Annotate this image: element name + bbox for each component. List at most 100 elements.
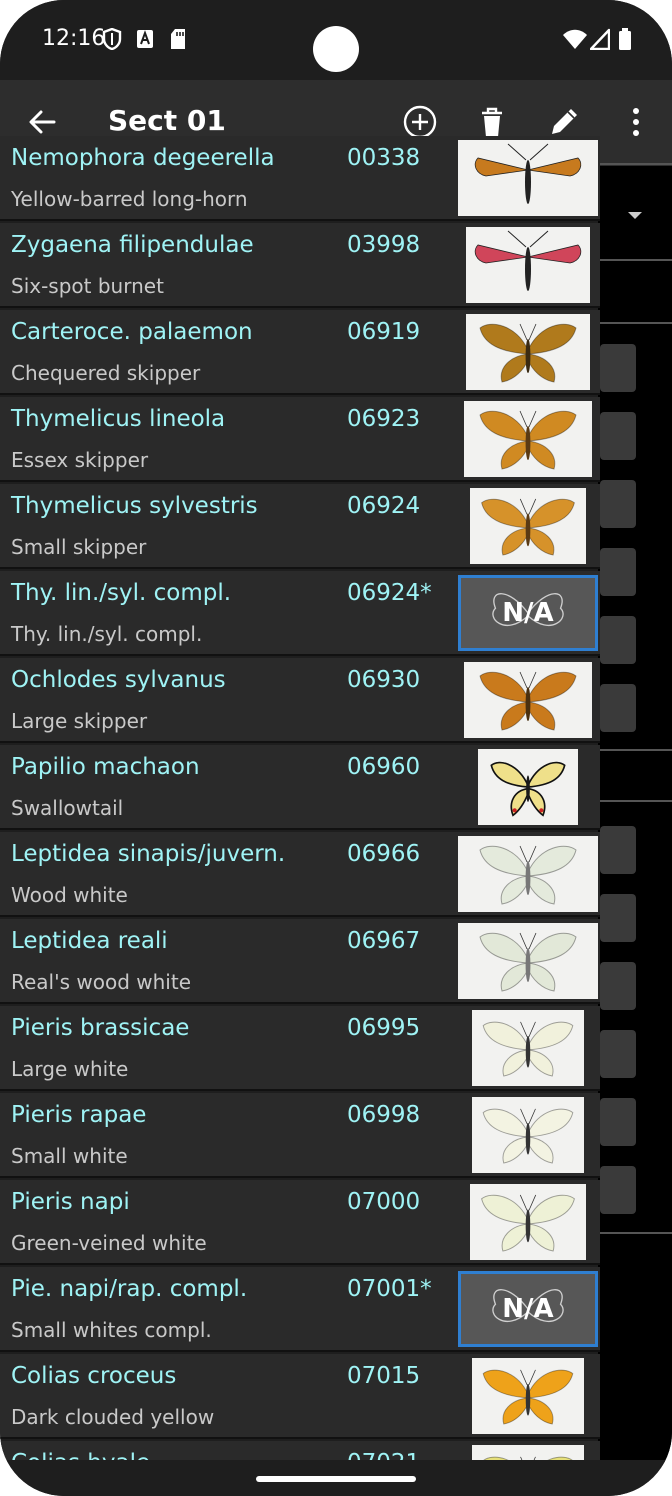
list-item[interactable]: Ochlodes sylvanus 06930 Large skipper <box>0 658 600 743</box>
list-item[interactable]: Papilio machaon 06960 Swallowtail <box>0 745 600 830</box>
species-name: Pieris rapae <box>11 1102 147 1128</box>
species-code: 06998 <box>347 1102 421 1128</box>
species-name: Thymelicus lineola <box>11 406 226 432</box>
background-button <box>600 616 636 664</box>
list-item[interactable]: Nemophora degeerella 00338 Yellow-barred l… <box>0 136 600 221</box>
species-code: 00338 <box>347 145 421 171</box>
common-name: Small whites compl. <box>11 1318 212 1342</box>
background-button <box>600 684 636 732</box>
species-photo <box>472 1358 584 1434</box>
common-name: Green-veined white <box>11 1231 207 1255</box>
species-name: Pieris napi <box>11 1189 130 1215</box>
common-name: Small skipper <box>11 535 147 559</box>
home-gesture-handle[interactable] <box>256 1476 416 1482</box>
list-item[interactable]: Thymelicus sylvestris 06924 Small skipper <box>0 484 600 569</box>
species-code: 06919 <box>347 319 421 345</box>
species-code: 07021 <box>347 1450 420 1460</box>
species-photo <box>472 1097 584 1173</box>
common-name: Chequered skipper <box>11 361 201 385</box>
na-label: N/A <box>502 598 554 628</box>
signal-icon <box>590 28 610 50</box>
list-item[interactable]: Pieris napi 07000 Green-veined white <box>0 1180 600 1265</box>
common-name: Essex skipper <box>11 448 149 472</box>
common-name: Yellow-barred long-horn <box>11 187 248 211</box>
species-photo <box>458 836 598 912</box>
list-item[interactable]: Pieris brassicae 06995 Large white <box>0 1006 600 1091</box>
background-divider <box>598 322 672 324</box>
background-button <box>600 344 636 392</box>
list-item[interactable]: Colias croceus 07015 Dark clouded yellow <box>0 1354 600 1439</box>
list-item[interactable]: Pieris rapae 06998 Small white <box>0 1093 600 1178</box>
species-code: 07000 <box>347 1189 421 1215</box>
text-a-icon <box>137 30 153 48</box>
common-name: Thy. lin./syl. compl. <box>11 622 203 646</box>
common-name: Swallowtail <box>11 796 124 820</box>
list-item[interactable]: Thy. lin./syl. compl. 06924* Thy. lin./syl… <box>0 571 600 656</box>
species-code: 06924* <box>347 580 432 606</box>
species-photo <box>470 1184 586 1260</box>
background-button <box>600 1098 636 1146</box>
common-name: Six-spot burnet <box>11 274 164 298</box>
list-item[interactable]: Pie. napi/rap. compl. 07001* Small whites … <box>0 1267 600 1352</box>
species-photo <box>478 749 578 825</box>
list-item[interactable]: Leptidea reali 06967 Real's wood white <box>0 919 600 1004</box>
common-name: Dark clouded yellow <box>11 1405 215 1429</box>
background-button <box>600 480 636 528</box>
wifi-icon <box>563 29 587 49</box>
shield-icon <box>102 28 122 50</box>
edit-pencil-icon[interactable] <box>546 104 582 140</box>
back-arrow-icon[interactable] <box>26 106 58 138</box>
page-title: Sect 01 <box>108 104 226 137</box>
species-code: 06995 <box>347 1015 421 1041</box>
background-button <box>600 1166 636 1214</box>
camera-cutout <box>313 26 359 72</box>
swallowtail-icon <box>490 761 566 817</box>
background-button <box>600 412 636 460</box>
butterfly-icon <box>481 498 575 556</box>
species-name: Leptidea sinapis/juvern. <box>11 841 286 867</box>
trash-icon[interactable] <box>474 104 510 140</box>
species-name: Pie. napi/rap. compl. <box>11 1276 248 1302</box>
more-vert-icon[interactable] <box>618 104 654 140</box>
list-item[interactable]: Leptidea sinapis/juvern. 06966 Wood white <box>0 832 600 917</box>
butterfly-icon <box>482 1021 574 1077</box>
background-button <box>600 826 636 874</box>
not-available-thumbnail: N/A <box>458 1271 598 1347</box>
background-divider <box>598 1232 672 1234</box>
list-item[interactable]: Zygaena filipendulae 03998 Six-spot burnet <box>0 223 600 308</box>
species-code: 06924 <box>347 493 421 519</box>
navigation-bar <box>0 1460 672 1496</box>
species-code: 07001* <box>347 1276 432 1302</box>
butterfly-icon <box>481 1194 575 1252</box>
species-name: Colias croceus <box>11 1363 177 1389</box>
species-code: 07015 <box>347 1363 421 1389</box>
species-photo <box>458 140 598 216</box>
moth-burnet-icon <box>474 230 582 291</box>
species-photo <box>472 1010 584 1086</box>
moth-longhorn-icon <box>474 143 582 204</box>
add-circle-icon[interactable] <box>402 104 438 140</box>
species-code: 06966 <box>347 841 421 867</box>
butterfly-icon <box>479 845 577 905</box>
species-code: 06923 <box>347 406 421 432</box>
species-popup-list[interactable]: Nemophora degeerella 00338 Yellow-barred l… <box>0 136 600 1460</box>
list-item[interactable]: Colias hyale 07021 <box>0 1441 600 1460</box>
butterfly-icon <box>479 410 577 470</box>
species-name: Thy. lin./syl. compl. <box>11 580 232 606</box>
common-name: Small white <box>11 1144 128 1168</box>
species-code: 06960 <box>347 754 421 780</box>
na-label: N/A <box>502 1294 554 1324</box>
species-name: Zygaena filipendulae <box>11 232 254 258</box>
list-item[interactable]: Thymelicus lineola 06923 Essex skipper <box>0 397 600 482</box>
list-item[interactable]: Carteroce. palaemon 06919 Chequered skippe… <box>0 310 600 395</box>
species-name: Thymelicus sylvestris <box>11 493 258 519</box>
species-code: 03998 <box>347 232 421 258</box>
common-name: Large white <box>11 1057 129 1081</box>
butterfly-icon <box>482 1108 574 1164</box>
common-name: Large skipper <box>11 709 148 733</box>
butterfly-icon <box>483 1456 573 1460</box>
butterfly-icon <box>482 1369 574 1425</box>
background-button <box>600 894 636 942</box>
species-photo <box>466 227 590 303</box>
species-name: Carteroce. palaemon <box>11 319 253 345</box>
